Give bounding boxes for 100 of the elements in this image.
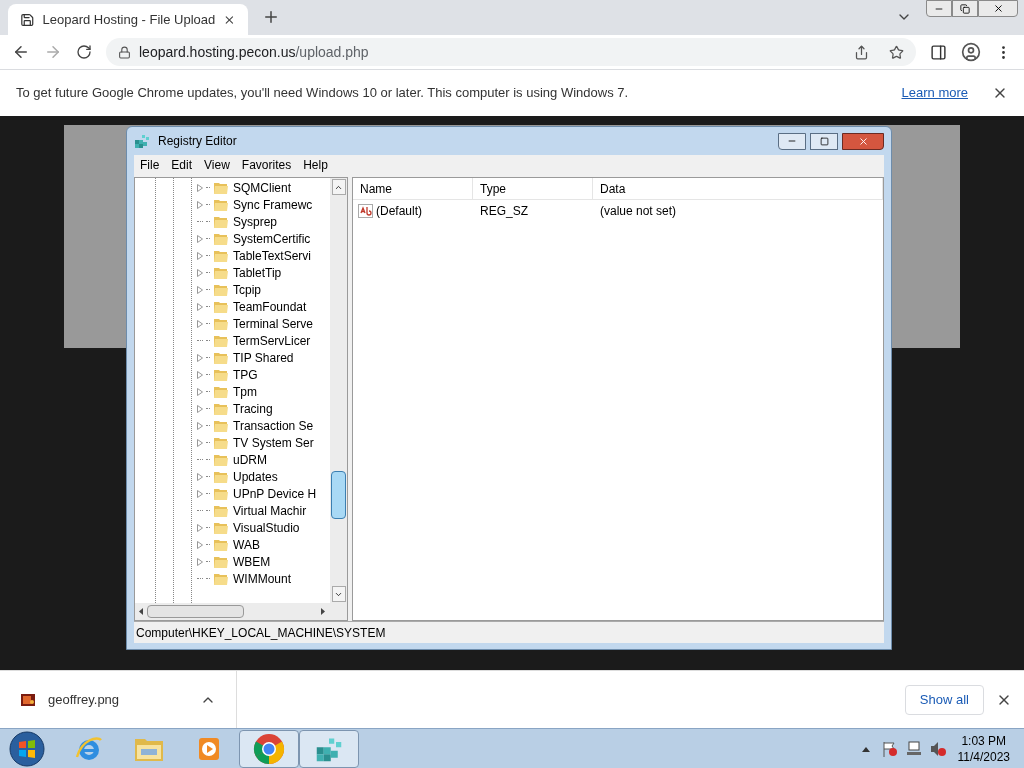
tree-item[interactable]: UPnP Device H <box>233 484 317 503</box>
lock-icon <box>118 45 131 59</box>
back-icon[interactable] <box>12 43 30 61</box>
url-text: leopard.hosting.pecon.us/upload.php <box>139 42 370 62</box>
scrollbar-thumb[interactable] <box>331 471 346 519</box>
download-file-name[interactable]: geoffrey.png <box>48 689 188 710</box>
value-type: REG_SZ <box>479 203 529 220</box>
horizontal-scrollbar[interactable] <box>135 603 347 620</box>
column-header[interactable]: Name <box>353 178 473 199</box>
side-panel-icon[interactable] <box>930 43 947 61</box>
folder-icon <box>213 316 229 331</box>
folder-icon <box>213 214 229 229</box>
learn-more-link[interactable]: Learn more <box>901 83 968 103</box>
tree-item[interactable]: Terminal Serve <box>233 314 314 333</box>
value-data: (value not set) <box>599 203 678 220</box>
tree-item[interactable]: TV System Ser <box>233 433 314 452</box>
folder-icon <box>213 197 229 212</box>
share-icon[interactable] <box>854 44 869 60</box>
scroll-up-button[interactable] <box>331 179 346 195</box>
close-button[interactable] <box>842 132 884 150</box>
tree-item[interactable]: TableTextServi <box>233 246 312 265</box>
folder-icon <box>213 452 229 467</box>
menu-item[interactable]: Favorites <box>241 156 292 174</box>
folder-icon <box>213 571 229 586</box>
folder-icon <box>213 486 229 501</box>
clock-time[interactable]: 1:03 PM <box>961 732 1007 749</box>
bookmark-icon[interactable] <box>889 44 904 60</box>
folder-icon <box>213 282 229 297</box>
column-header[interactable]: Data <box>593 178 883 199</box>
folder-icon <box>213 384 229 399</box>
reload-icon[interactable] <box>76 44 92 60</box>
folder-icon <box>213 401 229 416</box>
tree-item[interactable]: TabletTip <box>233 263 282 282</box>
status-path: Computer\HKEY_LOCAL_MACHINE\SYSTEM <box>136 624 386 642</box>
clock-date[interactable]: 11/4/2023 <box>957 748 1010 765</box>
taskbar-app[interactable] <box>299 729 359 768</box>
folder-icon <box>213 248 229 263</box>
folder-icon <box>213 520 229 535</box>
image-file-icon <box>20 691 36 708</box>
show-all-button[interactable]: Show all <box>904 684 984 715</box>
scroll-left-icon[interactable] <box>139 608 143 615</box>
column-header[interactable]: Type <box>473 178 593 199</box>
close-icon <box>857 135 869 147</box>
folder-icon <box>213 503 229 518</box>
address-bar[interactable]: leopard.hosting.pecon.us/upload.php <box>106 38 916 66</box>
profile-icon[interactable] <box>961 42 981 62</box>
tree-item[interactable]: TPG <box>233 365 258 384</box>
tree-item[interactable]: WBEM <box>233 552 271 571</box>
tree-item[interactable]: Virtual Machir <box>233 501 307 520</box>
menu-item[interactable]: View <box>204 156 230 174</box>
folder-icon <box>213 418 229 433</box>
tree-item[interactable]: TIP Shared <box>233 348 294 367</box>
tab-title: Leopard Hosting - File Upload <box>42 10 216 29</box>
value-name[interactable]: (Default) <box>376 202 422 220</box>
infobar-message: To get future Google Chrome updates, you'll need Windows 10 or later. This computer is using Windows 7. <box>16 84 630 103</box>
menu-item[interactable]: File <box>140 156 160 174</box>
folder-icon <box>213 350 229 365</box>
flag-icon[interactable] <box>881 740 898 757</box>
scroll-down-button[interactable] <box>331 586 346 602</box>
tree-item[interactable]: Transaction Se <box>233 416 314 435</box>
window-title: Registry Editor <box>158 133 237 150</box>
tree-item[interactable]: SQMClient <box>233 178 291 197</box>
chrome-logo-icon <box>253 732 285 765</box>
new-tab-icon[interactable] <box>262 8 280 26</box>
tree-item[interactable]: TermServLicer <box>233 331 311 350</box>
tree-item[interactable]: Tpm <box>233 382 257 401</box>
string-value-icon <box>358 204 373 218</box>
folder-icon <box>213 435 229 450</box>
tree-item[interactable]: uDRM <box>233 450 267 469</box>
folder-icon <box>213 554 229 569</box>
muted-speaker-icon[interactable] <box>929 740 946 757</box>
restore-icon <box>960 3 970 14</box>
start-orb-icon[interactable] <box>9 730 45 767</box>
taskbar-app[interactable] <box>239 729 299 768</box>
network-icon[interactable] <box>905 740 922 757</box>
folder-icon <box>213 180 229 195</box>
tray-arrow-icon[interactable] <box>861 745 870 752</box>
tree-item[interactable]: Sync Framewc <box>233 195 313 214</box>
tree-item[interactable]: TeamFoundat <box>233 297 307 316</box>
maximize-button[interactable] <box>810 132 838 150</box>
tree-item[interactable]: Updates <box>233 467 278 486</box>
folder-icon <box>213 469 229 484</box>
tree-item[interactable]: Tracing <box>233 399 273 418</box>
vertical-scrollbar[interactable] <box>330 178 347 603</box>
menu-item[interactable]: Edit <box>171 156 193 174</box>
restore-button[interactable] <box>952 0 978 17</box>
floppy-icon <box>20 11 35 28</box>
folder-icon <box>213 299 229 314</box>
tree-item[interactable]: SystemCertific <box>233 229 311 248</box>
cubes-icon <box>134 133 150 149</box>
tree-item[interactable]: WAB <box>233 535 260 554</box>
menu-item[interactable]: Help <box>303 156 328 174</box>
scroll-right-icon[interactable] <box>321 608 325 615</box>
tree-item[interactable]: VisualStudio <box>233 518 300 537</box>
tree-item[interactable]: Sysprep <box>233 212 278 231</box>
forward-icon[interactable] <box>44 43 62 61</box>
tree-item[interactable]: WIMMount <box>233 569 291 588</box>
minimize-button[interactable] <box>778 132 806 150</box>
browser-tab[interactable]: Leopard Hosting - File Upload <box>8 4 248 35</box>
tree-item[interactable]: Tcpip <box>233 280 261 299</box>
